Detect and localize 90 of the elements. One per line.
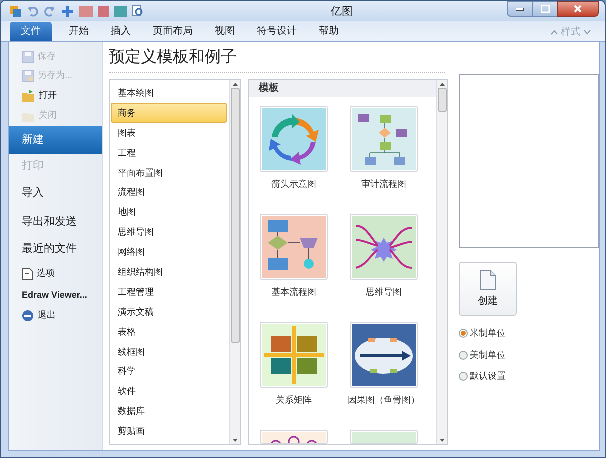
radio-button[interactable] [459,350,468,360]
file-menu-item[interactable]: 最近的文件 [9,236,102,263]
folder-icon [22,90,35,102]
scroll-thumb[interactable] [438,88,446,112]
template-thumbnail[interactable] [350,214,418,280]
ribbon-tab[interactable]: 帮助 [308,22,350,41]
category-item[interactable]: 数据库 [111,401,229,422]
folder-icon [22,110,35,122]
scrollbar[interactable] [229,80,240,444]
window-title: 亿图 [331,5,353,20]
mind-map-drawing [352,216,416,278]
template-thumbnail[interactable] [260,214,328,280]
minimize-button[interactable] [507,1,533,17]
scrollbar[interactable] [436,80,447,444]
category-item[interactable]: 表格 [111,322,229,342]
template-label: 箭头示意图 [270,178,318,191]
app-icon [9,4,22,18]
template-label: 关系矩阵 [275,394,313,407]
ribbon-tab[interactable]: 开始 [58,22,100,41]
template-label: 思维导图 [365,286,403,299]
template-thumbnail[interactable] [260,322,328,388]
category-item[interactable]: 演示文稿 [111,302,229,322]
document-icon [480,270,496,290]
radio-label: 默认设置 [470,370,506,383]
category-item[interactable]: 网络图 [111,242,229,262]
ribbon-tab[interactable]: 视图 [204,22,246,41]
file-menu-item[interactable]: 导出和发送 [9,208,102,236]
plus-icon[interactable] [61,4,74,18]
template-thumbnail[interactable] [350,430,418,444]
file-menu-item[interactable]: 退出 [9,306,102,326]
save-icon [22,50,34,62]
create-button[interactable]: 创建 [459,262,517,316]
ribbon-tab[interactable]: 符号设计 [246,22,308,41]
file-menu-item[interactable]: 新建 [9,126,102,154]
category-item[interactable]: 组织结构图 [111,262,229,282]
radio-label: 米制单位 [470,327,506,340]
category-item[interactable]: 软件 [111,381,229,402]
file-menu-item[interactable]: 导入 [9,179,102,208]
category-item[interactable]: 线框图 [111,342,229,362]
templates-header: 模板 [249,80,436,97]
file-menu-item[interactable]: Edraw Viewer... [9,285,102,306]
category-item[interactable]: 平面布置图 [111,162,229,182]
category-item[interactable]: 剪贴画 [111,421,229,442]
relation-matrix-drawing [262,324,326,386]
template-label: 基本流程图 [270,286,318,299]
dropdown-icon[interactable] [584,30,591,35]
scroll-thumb[interactable] [230,88,240,343]
basic-flowchart-drawing [262,216,326,278]
minus-circle-icon [22,310,34,322]
restore-icon [540,5,550,13]
document-icon [22,268,33,280]
category-item[interactable]: 工程 [111,142,229,163]
ribbon-tab[interactable]: 插入 [100,22,142,41]
template-thumbnail[interactable] [260,106,328,172]
pie-drawing [352,432,416,443]
ribbon-tab[interactable]: 文件 [10,22,52,41]
file-menu-item[interactable]: 打开 [9,86,102,106]
ribbon-tab[interactable]: 页面布局 [142,22,204,41]
arrow-cycle-drawing [262,108,326,170]
template-thumbnail[interactable] [260,430,328,444]
page-heading: 预定义模板和例子 [109,46,445,73]
category-item[interactable]: 图表 [111,122,229,143]
file-menu-item[interactable]: 选项 [9,263,102,285]
org-chart-drawing [262,432,326,443]
category-item[interactable]: 思维导图 [111,222,229,242]
category-item[interactable]: 科学 [111,361,229,382]
category-item[interactable]: 基本绘图 [111,83,229,103]
template-thumbnail[interactable] [350,106,418,172]
close-icon [574,5,582,13]
scroll-down-icon[interactable] [232,436,238,444]
category-item[interactable]: 商务 [111,102,227,123]
redo-icon[interactable] [44,5,56,17]
category-item[interactable]: 流程图 [111,182,229,202]
radio-button[interactable] [459,329,468,338]
radio-button[interactable] [459,372,468,382]
template-label: 审计流程图 [360,178,408,191]
close-button[interactable] [557,1,599,17]
undo-icon[interactable] [27,5,39,17]
minimize-icon [516,8,524,10]
template-label: 因果图（鱼骨图） [347,394,421,407]
scroll-down-icon[interactable] [438,436,446,444]
radio-label: 美制单位 [470,348,506,362]
fishbone-drawing [352,324,416,386]
category-item[interactable]: 工程管理 [111,282,229,302]
save-as-icon [22,70,34,82]
collapse-icon[interactable] [551,30,558,35]
category-item[interactable]: 地图 [111,202,229,222]
template-thumbnail[interactable] [350,322,418,388]
flowchart-drawing [352,108,416,170]
preview-icon[interactable] [132,5,144,17]
